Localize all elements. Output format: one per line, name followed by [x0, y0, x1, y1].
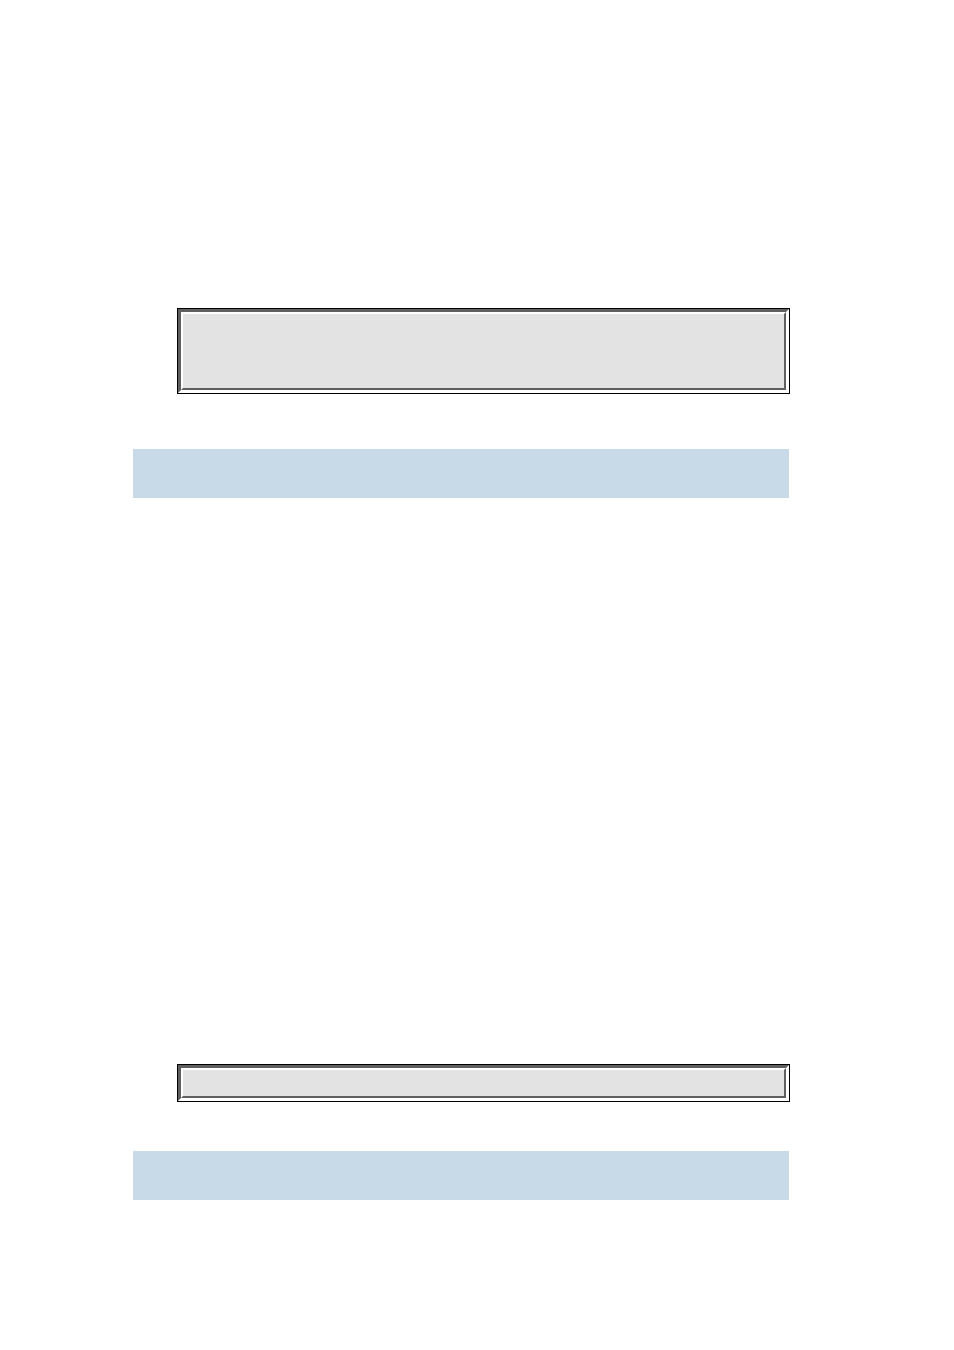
embossed-inner-1: [181, 312, 786, 390]
embossed-box-2: [178, 1065, 789, 1101]
embossed-box-1: [178, 309, 789, 393]
band-2: [133, 1151, 789, 1200]
embossed-inner-2: [181, 1068, 786, 1098]
band-1: [133, 449, 789, 498]
